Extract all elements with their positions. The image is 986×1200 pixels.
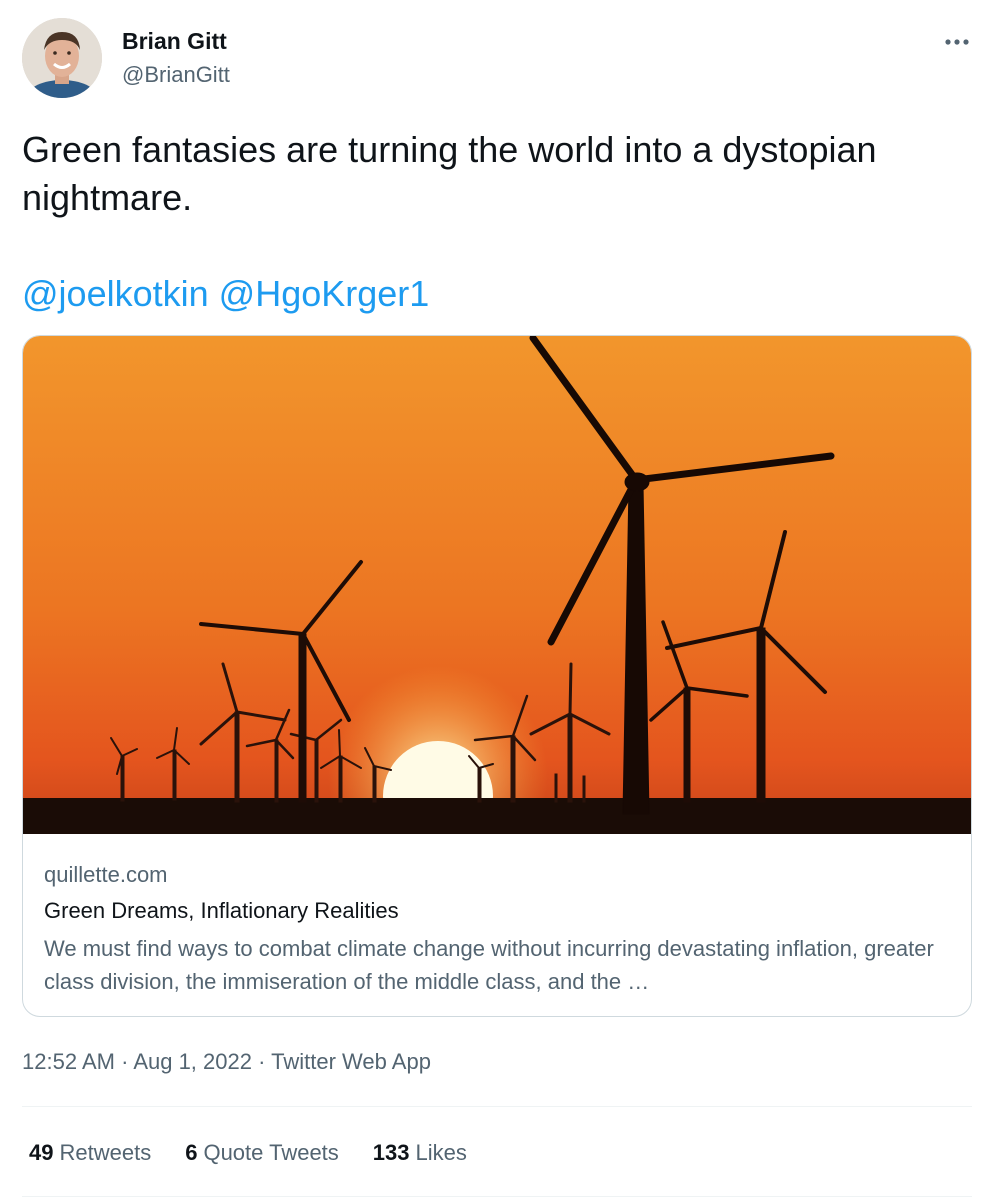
retweets-stat[interactable]: 49 Retweets	[29, 1137, 151, 1169]
engagement-stats: 49 Retweets 6 Quote Tweets 133 Likes	[29, 1137, 501, 1169]
more-options-button[interactable]	[932, 22, 982, 62]
quote-tweets-stat[interactable]: 6 Quote Tweets	[185, 1137, 339, 1169]
card-description: We must find ways to combat climate chan…	[44, 936, 934, 994]
mentions: @joelkotkin @HgoKrger1	[22, 270, 429, 318]
divider	[22, 1106, 972, 1107]
quote-tweets-label: Quote Tweets	[203, 1140, 339, 1165]
likes-stat[interactable]: 133 Likes	[373, 1137, 467, 1169]
more-horizontal-icon	[945, 39, 969, 45]
card-domain: quillette.com	[44, 862, 168, 887]
card-image-wind-turbines-sunset	[23, 336, 971, 834]
display-name[interactable]: Brian Gitt	[122, 26, 227, 56]
tweet: Brian Gitt @BrianGitt Green fantasies ar…	[0, 0, 986, 1200]
meta-separator-2: ·	[258, 1049, 266, 1074]
likes-label: Likes	[415, 1140, 467, 1165]
link-preview-card[interactable]: quillette.com Green Dreams, Inflationary…	[22, 335, 972, 1017]
retweets-count: 49	[29, 1140, 54, 1165]
likes-count: 133	[372, 1140, 410, 1165]
profile-photo-icon	[22, 18, 102, 98]
card-title: Green Dreams, Inflationary Realities	[44, 898, 399, 923]
wind-turbine-sunset-image	[23, 336, 971, 834]
tweet-date[interactable]: Aug 1, 2022	[133, 1049, 252, 1074]
quote-tweets-count: 6	[185, 1140, 198, 1165]
tweet-source-link[interactable]: Twitter Web App	[271, 1049, 431, 1074]
tweet-time[interactable]: 12:52 AM	[22, 1049, 115, 1074]
tweet-metadata: 12:52 AM · Aug 1, 2022 · Twitter Web App	[22, 1046, 431, 1078]
meta-separator: ·	[121, 1049, 129, 1074]
username-handle[interactable]: @BrianGitt	[122, 60, 230, 90]
divider-bottom	[22, 1196, 972, 1197]
retweets-label: Retweets	[59, 1140, 152, 1165]
tweet-text: Green fantasies are turning the world in…	[22, 129, 877, 218]
mention-link-joelkotkin[interactable]: @joelkotkin	[22, 273, 209, 314]
mention-link-hgokrger1[interactable]: @HgoKrger1	[219, 273, 430, 314]
avatar[interactable]	[22, 18, 102, 98]
